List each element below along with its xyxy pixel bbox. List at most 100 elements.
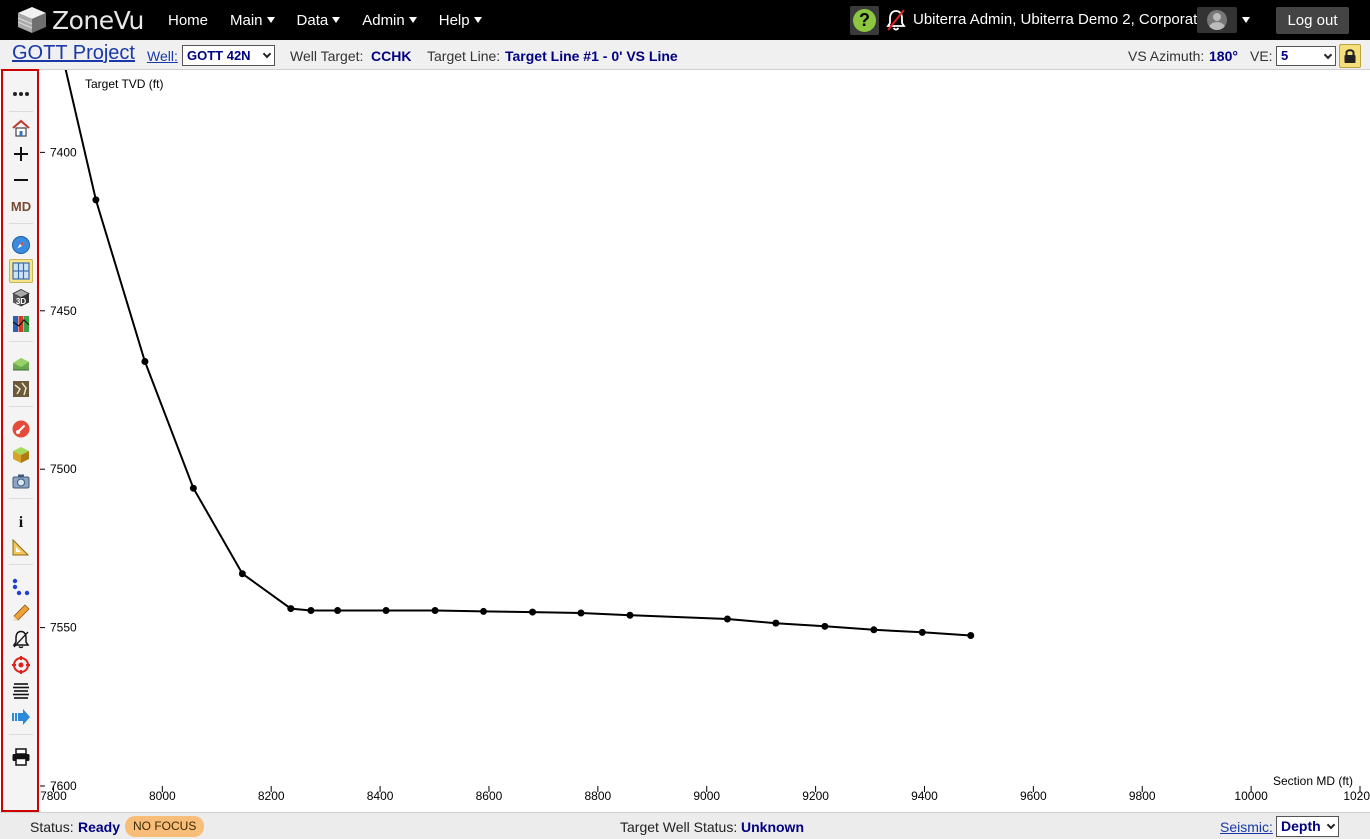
arrow-right-icon <box>12 709 30 725</box>
well-select[interactable]: GOTT 42N <box>182 45 275 66</box>
y-axis-label: Target TVD (ft) <box>85 77 163 91</box>
compass-button[interactable] <box>9 233 33 257</box>
zonevu-logo[interactable]: ZoneVu <box>16 5 144 35</box>
well-path-point[interactable] <box>626 611 634 619</box>
lines-button[interactable] <box>9 679 33 703</box>
zoom-out-button[interactable] <box>9 168 33 192</box>
x-tick-label: 8800 <box>584 789 611 803</box>
md-toggle-button[interactable]: MD <box>9 194 33 218</box>
3d-view-button[interactable]: 3D <box>9 286 33 310</box>
help-button[interactable]: ? <box>850 6 879 35</box>
chevron-down-icon <box>262 49 272 59</box>
target-line-value: Target Line #1 - 0' VS Line <box>505 48 678 64</box>
log-tracks-button[interactable] <box>9 312 33 336</box>
fault-icon <box>13 381 29 397</box>
nav-home[interactable]: Home <box>168 12 208 29</box>
caret-down-icon <box>473 16 482 23</box>
points-icon <box>12 578 30 596</box>
well-path-point[interactable] <box>870 626 878 634</box>
next-button[interactable] <box>9 705 33 729</box>
geosteer-button[interactable] <box>9 417 33 441</box>
home-view-button[interactable] <box>9 116 33 140</box>
zoom-in-icon <box>14 147 28 161</box>
well-path-point[interactable] <box>189 484 197 492</box>
zonevu-app: ZoneVu Home Main Data Admin Help ? Ubite… <box>0 0 1370 839</box>
user-menu-caret-icon[interactable] <box>1242 17 1250 23</box>
toolbar-divider <box>9 734 33 735</box>
toolbar-divider <box>9 111 33 112</box>
well-path-line <box>64 70 971 637</box>
fault-button[interactable] <box>9 377 33 401</box>
ruler-icon <box>12 538 30 556</box>
well-path-point[interactable] <box>307 606 315 614</box>
user-avatar[interactable] <box>1197 7 1237 33</box>
x-tick-label: 10000 <box>1234 789 1268 803</box>
y-tick-label: 7400 <box>50 145 77 159</box>
well-target-value: CCHK <box>371 48 412 64</box>
toolbar-divider <box>9 498 33 499</box>
well-path-point[interactable] <box>967 632 975 640</box>
lock-button[interactable] <box>1339 44 1361 68</box>
section-plot[interactable]: Target TVD (ft) Section MD (ft) 7400 7450… <box>40 70 1370 812</box>
well-path-point[interactable] <box>772 619 780 627</box>
notifications-off-icon[interactable] <box>885 8 907 32</box>
well-path-point[interactable] <box>577 609 585 617</box>
caret-down-icon <box>408 16 417 23</box>
geosteer-icon <box>12 420 30 438</box>
well-path-point[interactable] <box>287 605 295 613</box>
section-chart[interactable]: Target TVD (ft) Section MD (ft) 7400 7450… <box>40 70 1370 812</box>
target-button[interactable] <box>9 653 33 677</box>
well-path-point[interactable] <box>431 606 439 614</box>
nav-main[interactable]: Main <box>230 12 275 29</box>
logout-button[interactable]: Log out <box>1276 7 1349 34</box>
seismic-select[interactable]: Depth <box>1276 816 1339 837</box>
well-path-point[interactable] <box>529 608 537 616</box>
well-path-point[interactable] <box>918 628 926 636</box>
project-title[interactable]: GOTT Project <box>12 42 135 65</box>
bell-icon <box>12 630 30 649</box>
alerts-button[interactable] <box>9 627 33 651</box>
ve-select-value: 5 <box>1281 48 1289 63</box>
nav-help[interactable]: Help <box>439 12 482 29</box>
well-path-point[interactable] <box>382 606 390 614</box>
x-tick-label: 10200 <box>1343 789 1370 803</box>
layer-cube-button[interactable] <box>9 443 33 467</box>
draw-button[interactable] <box>9 601 33 625</box>
well-path-point[interactable] <box>821 622 829 630</box>
target-line-label: Target Line: <box>427 48 501 64</box>
camera-button[interactable] <box>9 469 33 493</box>
well-path-point[interactable] <box>723 615 731 623</box>
well-path-point[interactable] <box>92 196 100 204</box>
zoom-in-button[interactable] <box>9 142 33 166</box>
user-name[interactable]: Ubiterra Admin, Ubiterra Demo 2, Corpora… <box>913 11 1206 28</box>
chevron-down-icon <box>1326 820 1336 830</box>
home-icon <box>12 119 30 137</box>
well-path-point[interactable] <box>480 607 488 615</box>
horizon-button[interactable] <box>9 351 33 375</box>
info-button[interactable]: i <box>9 509 33 533</box>
well-path-point[interactable] <box>334 606 342 614</box>
info-icon: i <box>19 514 24 531</box>
print-button[interactable] <box>9 745 33 769</box>
user-icon <box>1207 10 1227 30</box>
status-value: Ready <box>78 819 121 835</box>
y-axis: 74007450750075507600 <box>40 145 77 793</box>
nav-data[interactable]: Data <box>297 12 341 29</box>
3d-icon-text: 3D <box>16 297 26 306</box>
seismic-link[interactable]: Seismic: <box>1220 819 1273 835</box>
y-tick-label: 7450 <box>50 304 77 318</box>
nav-admin[interactable]: Admin <box>362 12 417 29</box>
ve-label: VE: <box>1250 48 1273 64</box>
well-link[interactable]: Well: <box>147 48 178 64</box>
more-options-button[interactable] <box>9 82 33 106</box>
y-tick-label: 7550 <box>50 621 77 635</box>
grid-panel-button[interactable] <box>9 259 33 283</box>
points-button[interactable] <box>9 575 33 599</box>
well-path-point[interactable] <box>238 570 246 578</box>
more-icon <box>13 92 29 96</box>
lock-icon <box>1344 49 1356 63</box>
well-path-point[interactable] <box>141 357 149 365</box>
x-tick-label: 8200 <box>258 789 285 803</box>
measure-button[interactable] <box>9 535 33 559</box>
ve-select[interactable]: 5 <box>1276 46 1336 66</box>
